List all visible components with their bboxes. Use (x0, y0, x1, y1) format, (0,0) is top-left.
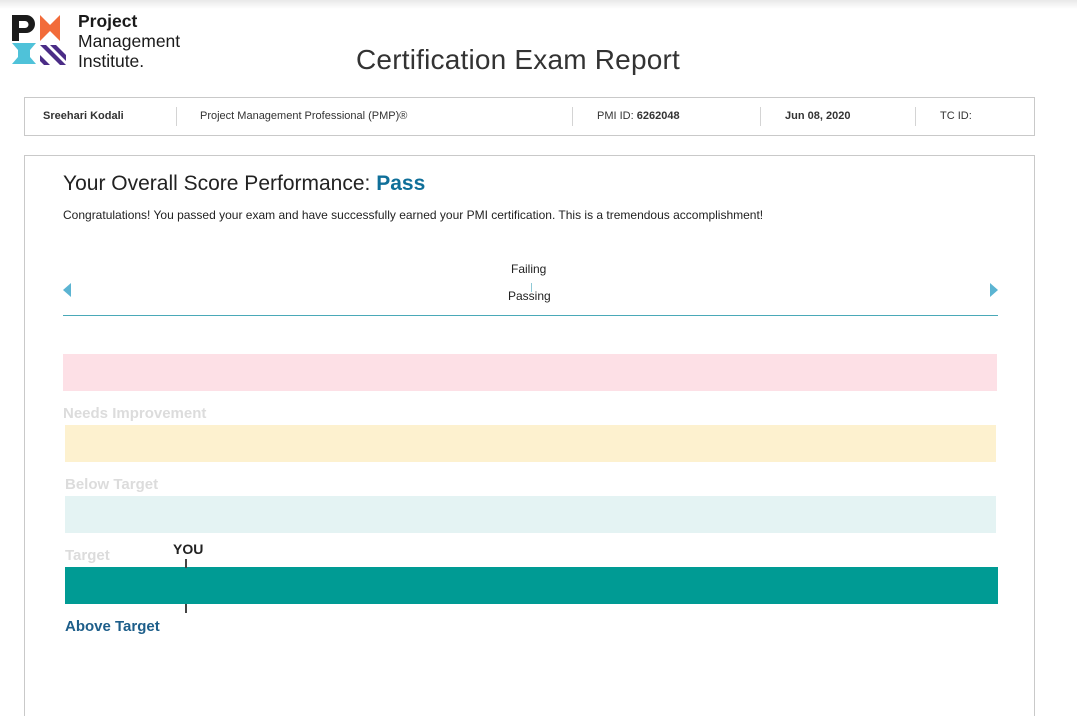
band-below-target (65, 425, 996, 462)
candidate-info-bar: Sreehari Kodali Project Management Profe… (24, 97, 1035, 136)
exam-name: Project Management Professional (PMP)® (200, 110, 408, 122)
you-marker-label: YOU (173, 541, 204, 557)
divider (915, 107, 916, 126)
page-title: Certification Exam Report (356, 44, 681, 75)
pmi-id-value: 6262048 (636, 110, 680, 122)
left-arrow-icon[interactable] (63, 283, 71, 297)
overall-score-label: Your Overall Score Performance: (63, 172, 371, 195)
pmi-id-label: PMI ID: (597, 110, 634, 122)
scale-line (63, 315, 998, 316)
band-label-below-target: Below Target (65, 476, 159, 493)
pmi-id: PMI ID: 6262048 (597, 110, 680, 122)
pmi-logo: Project Management Institute. (10, 11, 210, 71)
band-label-above-target: Above Target (65, 618, 160, 635)
overall-result: Pass (376, 172, 426, 195)
band-label-target: Target (65, 547, 110, 564)
band-above-target (65, 567, 998, 604)
logo-line-1: Project (78, 11, 138, 31)
tc-id-label: TC ID: (940, 110, 972, 122)
exam-date: Jun 08, 2020 (785, 110, 851, 122)
candidate-name: Sreehari Kodali (43, 110, 124, 122)
right-arrow-icon[interactable] (990, 283, 998, 297)
divider (176, 107, 177, 126)
you-marker-tick-bottom (185, 604, 187, 613)
top-shadow (0, 0, 1077, 9)
congratulations-message: Congratulations! You passed your exam an… (63, 208, 764, 222)
divider (572, 107, 573, 126)
logo-line-2: Management (78, 31, 181, 51)
passing-label: Passing (508, 289, 551, 303)
logo-line-3: Institute. (78, 51, 145, 71)
divider (760, 107, 761, 126)
score-panel: Your Overall Score Performance: Pass Con… (24, 155, 1035, 716)
band-target (65, 496, 996, 533)
overall-score-heading: Your Overall Score Performance: Pass (63, 172, 425, 196)
band-needs-improvement (63, 354, 997, 391)
you-marker-tick-top (185, 559, 187, 568)
failing-label: Failing (511, 262, 547, 276)
pmi-wordmark: Project Management Institute. (78, 11, 180, 71)
pmi-logo-mark-icon (12, 15, 66, 65)
band-label-needs-improvement: Needs Improvement (63, 405, 207, 422)
